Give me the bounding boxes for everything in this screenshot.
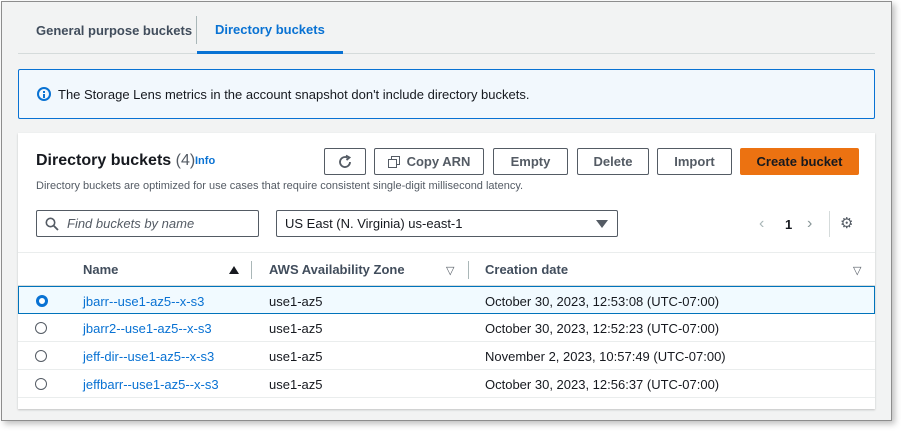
page-number[interactable]: 1	[785, 217, 792, 232]
row-radio-button[interactable]	[35, 322, 47, 334]
import-button[interactable]: Import	[657, 148, 732, 175]
info-banner: The Storage Lens metrics in the account …	[18, 69, 875, 119]
bucket-name-link[interactable]: jeffbarr--use1-az5--x-s3	[83, 377, 219, 392]
caret-down-icon	[596, 220, 608, 228]
refresh-button[interactable]	[324, 148, 366, 175]
search-icon	[45, 217, 59, 231]
table-row[interactable]: jeffbarr--use1-az5--x-s3 use1-az5 Octobe…	[18, 370, 875, 398]
sort-icon[interactable]: ▽	[853, 266, 861, 277]
column-header-availability-zone[interactable]: AWS Availability Zone	[269, 262, 405, 277]
table-row[interactable]: jbarr2--use1-az5--x-s3 use1-az5 October …	[18, 314, 875, 342]
pager-divider	[829, 211, 830, 237]
info-circle-icon	[37, 87, 51, 101]
creation-date-cell: October 30, 2023, 12:52:23 (UTC-07:00)	[485, 321, 720, 336]
chevron-left-icon[interactable]: ‹	[759, 215, 764, 233]
copy-arn-label: Copy ARN	[406, 154, 471, 169]
panel-title-text: Directory buckets	[36, 152, 172, 169]
table-row[interactable]: jbarr--use1-az5--x-s3 use1-az5 October 3…	[18, 286, 875, 314]
bucket-name-link[interactable]: jeff-dir--use1-az5--x-s3	[83, 349, 214, 364]
copy-icon	[387, 156, 400, 168]
chevron-right-icon[interactable]: ›	[807, 215, 812, 233]
console-frame: General purpose buckets Directory bucket…	[1, 1, 892, 421]
delete-button[interactable]: Delete	[577, 148, 649, 175]
tab-general-purpose-buckets[interactable]: General purpose buckets	[18, 14, 210, 54]
creation-date-cell: October 30, 2023, 12:56:37 (UTC-07:00)	[485, 377, 720, 392]
availability-zone-cell: use1-az5	[269, 294, 323, 309]
create-bucket-button[interactable]: Create bucket	[740, 148, 859, 175]
region-select-value: US East (N. Virginia) us-east-1	[285, 216, 463, 231]
table-header: Name AWS Availability Zone ▽ Creation da…	[18, 252, 875, 286]
column-header-creation-date[interactable]: Creation date	[485, 262, 568, 277]
row-radio-button[interactable]	[35, 378, 47, 390]
column-header-name[interactable]: Name	[83, 262, 118, 277]
tab-directory-buckets[interactable]: Directory buckets	[196, 16, 343, 54]
directory-buckets-panel: Directory buckets (4) Info Directory buc…	[18, 133, 875, 409]
bucket-count: (4)	[175, 152, 196, 169]
search-box[interactable]	[36, 210, 259, 237]
info-banner-text: The Storage Lens metrics in the account …	[58, 86, 530, 102]
gear-icon[interactable]: ⚙	[840, 216, 853, 231]
creation-date-cell: October 30, 2023, 12:53:08 (UTC-07:00)	[485, 294, 720, 309]
availability-zone-cell: use1-az5	[269, 377, 323, 392]
availability-zone-cell: use1-az5	[269, 349, 323, 364]
search-input[interactable]	[67, 216, 247, 231]
panel-title: Directory buckets (4)	[36, 152, 195, 170]
creation-date-cell: November 2, 2023, 10:57:49 (UTC-07:00)	[485, 349, 726, 364]
bucket-name-link[interactable]: jbarr2--use1-az5--x-s3	[83, 321, 212, 336]
bucket-type-tabs: General purpose buckets Directory bucket…	[18, 14, 875, 54]
panel-description: Directory buckets are optimized for use …	[36, 180, 524, 192]
column-divider[interactable]	[468, 261, 469, 279]
availability-zone-cell: use1-az5	[269, 321, 323, 336]
sort-icon[interactable]: ▽	[446, 266, 454, 277]
sort-ascending-icon[interactable]	[229, 266, 239, 274]
table-row[interactable]: jeff-dir--use1-az5--x-s3 use1-az5 Novemb…	[18, 342, 875, 370]
refresh-icon	[339, 154, 352, 168]
info-link[interactable]: Info	[195, 155, 215, 167]
empty-button[interactable]: Empty	[493, 148, 568, 175]
region-select[interactable]: US East (N. Virginia) us-east-1	[276, 210, 618, 237]
bucket-name-link[interactable]: jbarr--use1-az5--x-s3	[83, 294, 204, 309]
buckets-table: Name AWS Availability Zone ▽ Creation da…	[18, 252, 875, 398]
row-radio-button[interactable]	[36, 295, 48, 307]
column-divider[interactable]	[251, 261, 252, 279]
copy-arn-button[interactable]: Copy ARN	[374, 148, 484, 175]
row-radio-button[interactable]	[35, 350, 47, 362]
